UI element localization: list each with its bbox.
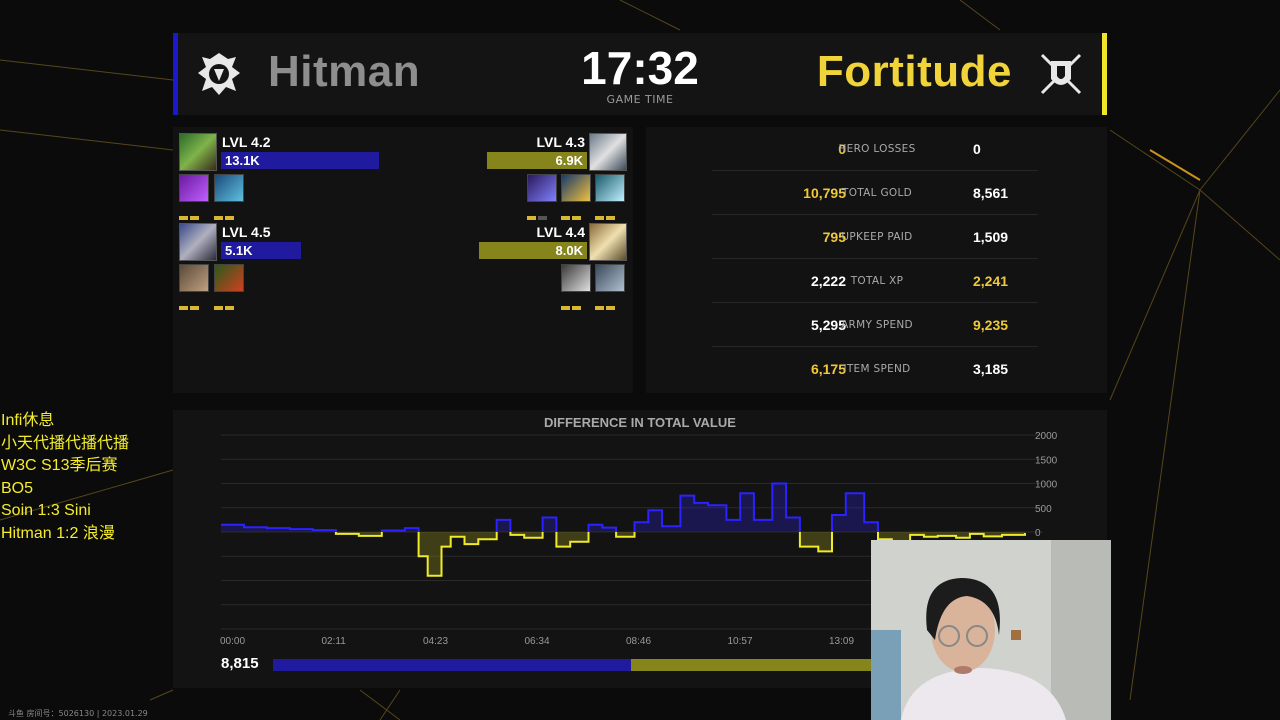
match-header: Hitman 17:32 GAME TIME Fortitude [173, 33, 1107, 115]
stats-panel: 0 HERO LOSSES 0 10,795 TOTAL GOLD 8,561 … [646, 127, 1107, 393]
stat-label: ARMY SPEND [841, 319, 913, 331]
stat-label: HERO LOSSES [838, 143, 916, 155]
blade-icon [527, 174, 557, 202]
x-tick-label: 10:57 [728, 636, 753, 647]
total-value-label: 8,815 [221, 655, 259, 672]
shell-icon [179, 264, 209, 292]
item-charges [179, 295, 209, 310]
stat-label: TOTAL GOLD [842, 187, 912, 199]
hero-card-right-1[interactable]: LVL 4.3 6.9K [487, 133, 627, 220]
stream-overlay-text: Infi休息 小天代播代播代播 W3C S13季后赛 BO5 Soin 1:3 … [1, 410, 129, 545]
x-tick-label: 00:00 [220, 636, 245, 647]
stat-right-value: 2,241 [973, 273, 1009, 289]
hero-level: LVL 4.3 [536, 134, 585, 150]
overlay-line: 小天代播代播代播 [1, 434, 130, 452]
stat-row-total-xp: 2,222 TOTAL XP 2,241 [712, 259, 1038, 303]
stat-label: UPKEEP PAID [841, 231, 913, 243]
hero-value-bar: 13.1K [221, 152, 379, 169]
scroll-icon [595, 264, 625, 292]
item-charges [561, 295, 591, 310]
hero-portrait [589, 223, 627, 261]
x-tick-label: 02:11 [322, 636, 347, 647]
item-charges [595, 205, 625, 220]
item-charges [179, 205, 209, 220]
overlay-line: Soin 1:3 Sini [1, 502, 91, 519]
stream-footer: 斗鱼 房间号：5026130 | 2023.01.29 [8, 709, 148, 718]
hero-value-bar: 5.1K [221, 242, 301, 259]
overlay-line: W3C S13季后赛 [1, 457, 118, 474]
stat-row-total-gold: 10,795 TOTAL GOLD 8,561 [712, 171, 1038, 215]
y-tick-label: 1000 [1035, 480, 1058, 491]
x-tick-label: 06:34 [525, 636, 550, 647]
overlay-line: Infi休息 [1, 412, 55, 429]
stat-right-value: 8,561 [973, 185, 1009, 201]
overlay-line: Hitman 1:2 浪漫 [1, 524, 115, 542]
hero-portrait [179, 223, 217, 261]
hero-portrait [589, 133, 627, 171]
human-emblem-icon [1040, 53, 1082, 95]
total-value-bar [273, 659, 873, 671]
stat-row-item-spend: 6,175 ITEM SPEND 3,185 [712, 347, 1038, 391]
x-tick-label: 13:09 [829, 636, 854, 647]
hero-value-bar: 6.9K [487, 152, 587, 169]
stat-label: TOTAL XP [850, 275, 904, 287]
stat-right-value: 3,185 [973, 361, 1009, 377]
item-charges [595, 295, 625, 310]
hero-level: LVL 4.5 [222, 224, 271, 240]
hero-card-right-2[interactable]: LVL 4.4 8.0K [479, 223, 627, 310]
y-tick-label: 500 [1035, 504, 1052, 515]
x-tick-label: 04:23 [423, 636, 448, 647]
staff-icon [561, 174, 591, 202]
webcam-feed [871, 540, 1111, 720]
x-tick-label: 08:46 [626, 636, 651, 647]
item-charges [214, 295, 244, 310]
item-charges [214, 205, 244, 220]
heroes-panel: LVL 4.2 13.1K LVL 4.5 5.1K LVL 4.3 6.9K … [173, 127, 633, 393]
hero-level: LVL 4.2 [222, 134, 271, 150]
potion-icon [561, 264, 591, 292]
player2-name: Fortitude [816, 47, 1012, 96]
streamer-image [871, 540, 1111, 720]
overlay-line: BO5 [1, 479, 34, 497]
claw-icon [179, 174, 209, 202]
y-tick-label: 1500 [1035, 455, 1058, 466]
stat-right-value: 9,235 [973, 317, 1009, 333]
hero-portrait [179, 133, 217, 171]
stat-right-value: 1,509 [973, 229, 1009, 245]
y-tick-label: 0 [1035, 528, 1041, 539]
stat-label: ITEM SPEND [843, 363, 911, 375]
hero-value-bar: 8.0K [479, 242, 587, 259]
total-value-bar-fill [273, 659, 632, 671]
herb-icon [214, 264, 244, 292]
y-tick-label: 2000 [1035, 431, 1058, 442]
stat-right-value: 0 [973, 141, 981, 157]
frost-icon [595, 174, 625, 202]
hero-level: LVL 4.4 [536, 224, 585, 240]
item-charges [561, 205, 591, 220]
stat-row-upkeep-paid: 795 UPKEEP PAID 1,509 [712, 215, 1038, 259]
stat-row-hero-losses: 0 HERO LOSSES 0 [712, 127, 1038, 171]
stat-row-army-spend: 5,295 ARMY SPEND 9,235 [712, 303, 1038, 347]
orb-icon [214, 174, 244, 202]
item-charges [527, 205, 557, 220]
